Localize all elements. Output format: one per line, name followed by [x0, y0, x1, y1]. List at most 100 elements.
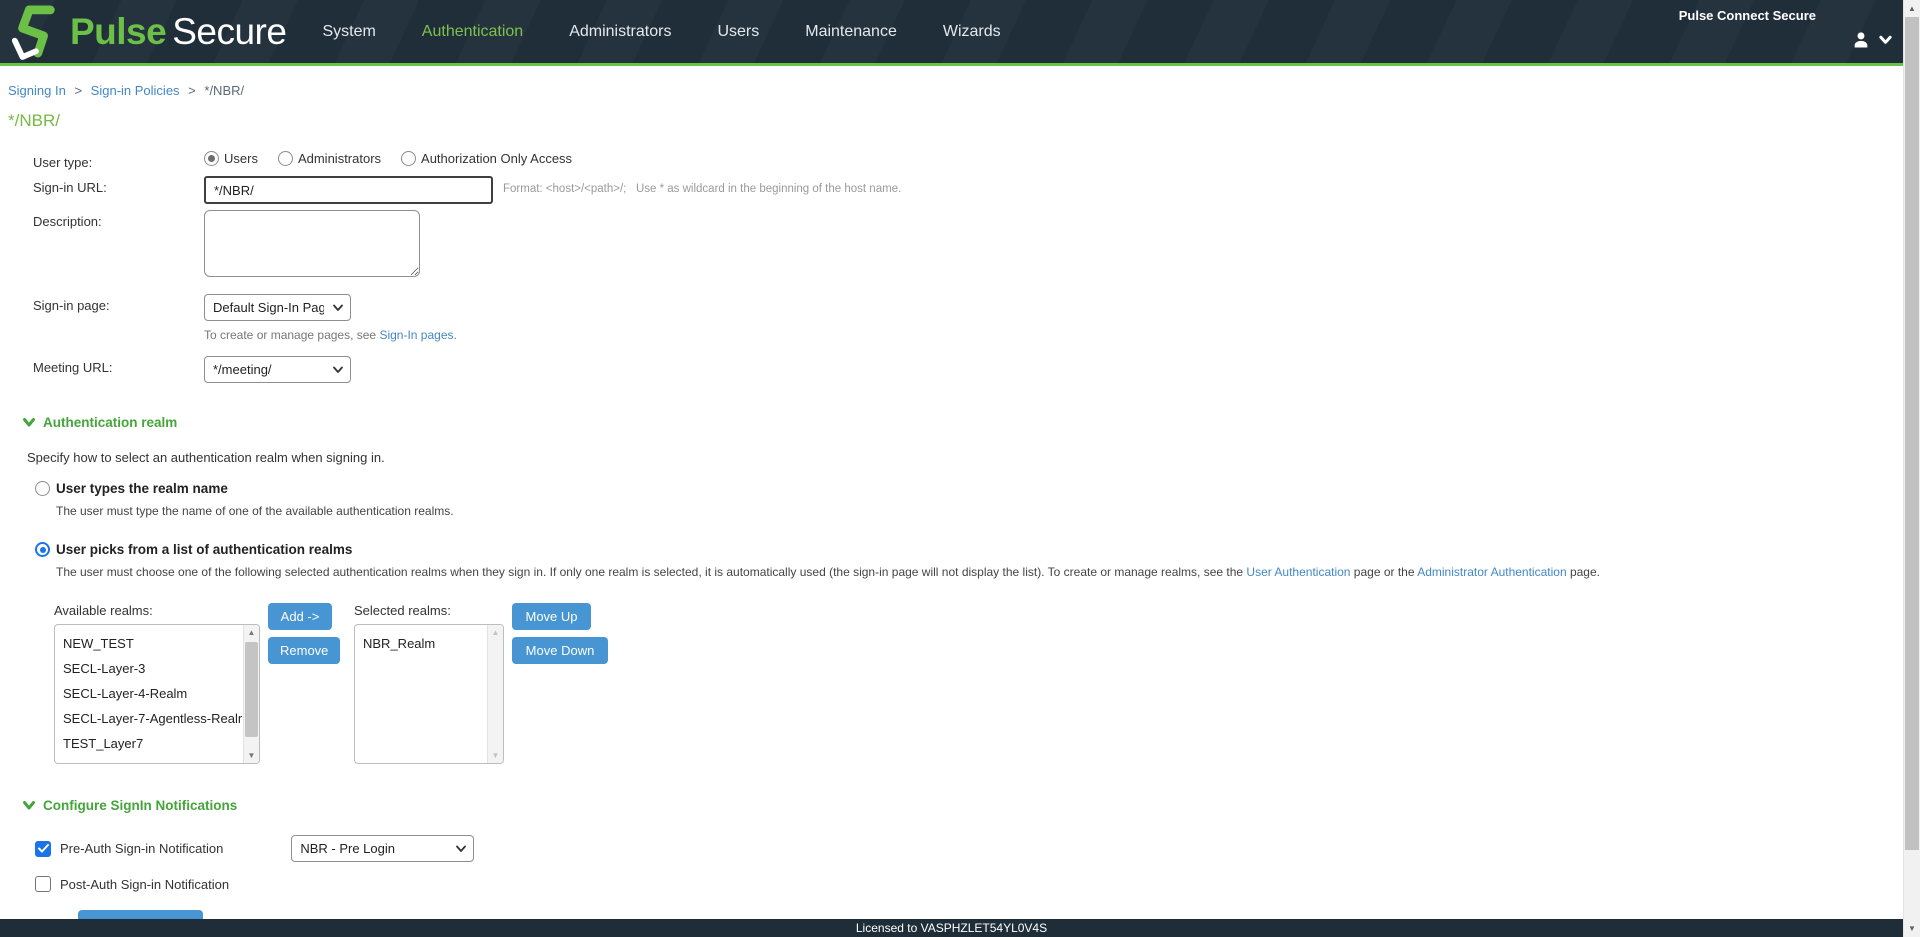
- breadcrumb-signing-in[interactable]: Signing In: [8, 83, 66, 98]
- product-name: Pulse Connect Secure: [1679, 8, 1816, 23]
- scroll-up-icon[interactable]: ▲: [1904, 0, 1920, 17]
- move-up-button[interactable]: Move Up: [512, 603, 591, 630]
- sign-in-page-select[interactable]: Default Sign-In Page: [204, 294, 351, 321]
- user-icon: [1851, 30, 1871, 50]
- scrollbar-thumb[interactable]: [245, 642, 258, 737]
- section-collapse-chevron-icon: [23, 801, 35, 810]
- nav-item-administrators[interactable]: Administrators: [569, 23, 671, 41]
- sign-in-url-hint: Format: <host>/<path>/; Use * as wildcar…: [503, 176, 901, 195]
- add-remove-buttons: Add -> Remove: [268, 603, 340, 664]
- brand-logo: PulseSecure: [0, 4, 286, 60]
- add-realm-button[interactable]: Add ->: [268, 603, 332, 630]
- users-radio-label: Users: [224, 151, 258, 166]
- list-item[interactable]: TEST_Layer7: [55, 731, 242, 756]
- scroll-down-icon[interactable]: ▼: [244, 748, 259, 763]
- sign-in-url-control: [204, 176, 493, 204]
- available-realms-label: Available realms:: [54, 603, 260, 618]
- desc-text: page or the: [1350, 565, 1417, 579]
- nav-item-maintenance[interactable]: Maintenance: [805, 23, 897, 41]
- breadcrumb-current: */NBR/: [204, 83, 244, 98]
- sign-in-url-input[interactable]: [204, 176, 493, 204]
- user-menu[interactable]: [1851, 30, 1892, 50]
- meeting-url-control: */meeting/: [204, 356, 351, 383]
- nav-item-system[interactable]: System: [322, 23, 375, 41]
- sign-in-url-label: Sign-in URL:: [8, 176, 204, 195]
- list-item[interactable]: NEW_TEST: [55, 631, 242, 656]
- signin-notifications-section-header[interactable]: Configure SignIn Notifications: [23, 798, 1920, 813]
- selected-realms-column: Selected realms: NBR_Realm ▲ ▼: [354, 603, 504, 764]
- authentication-realm-title: Authentication realm: [43, 415, 177, 430]
- nav-item-authentication[interactable]: Authentication: [422, 23, 523, 41]
- selected-realms-scrollbar[interactable]: ▲ ▼: [487, 625, 503, 763]
- breadcrumb-sign-in-policies[interactable]: Sign-in Policies: [91, 83, 180, 98]
- user-type-option-users[interactable]: Users: [204, 151, 258, 166]
- breadcrumb-separator: >: [74, 83, 82, 98]
- scrollbar-thumb[interactable]: [1905, 17, 1919, 850]
- page: PulseSecure System Authentication Admini…: [0, 0, 1920, 937]
- list-item[interactable]: NBR_Realm: [355, 631, 486, 656]
- page-scrollbar[interactable]: ▲ ▼: [1903, 0, 1920, 937]
- user-authentication-link[interactable]: User Authentication: [1246, 565, 1350, 579]
- desc-text: The user must choose one of the followin…: [56, 565, 1246, 579]
- list-item[interactable]: SECL-Layer-4-Realm: [55, 681, 242, 706]
- brand-secure-text: Secure: [172, 11, 286, 52]
- sign-in-url-row: Sign-in URL: Format: <host>/<path>/; Use…: [8, 176, 1920, 204]
- authorization-only-radio[interactable]: [401, 151, 416, 166]
- administrators-radio-label: Administrators: [298, 151, 381, 166]
- list-item[interactable]: Users: [55, 756, 242, 763]
- pulse-secure-logo-icon: [10, 4, 60, 60]
- scroll-down-icon[interactable]: ▼: [1904, 920, 1920, 937]
- breadcrumb-separator: >: [188, 83, 196, 98]
- breadcrumb: Signing In > Sign-in Policies > */NBR/: [8, 66, 1920, 98]
- available-realms-listbox[interactable]: NEW_TEST SECL-Layer-3 SECL-Layer-4-Realm…: [54, 624, 260, 764]
- authentication-realm-section-header[interactable]: Authentication realm: [23, 415, 1920, 430]
- sign-in-pages-link[interactable]: Sign-In pages: [379, 328, 453, 342]
- realm-option-head[interactable]: User types the realm name: [35, 481, 1920, 496]
- page-title: */NBR/: [8, 111, 1920, 131]
- sign-in-page-hint: To create or manage pages, see Sign-In p…: [204, 328, 457, 342]
- administrator-authentication-link[interactable]: Administrator Authentication: [1417, 565, 1566, 579]
- scroll-up-icon[interactable]: ▲: [244, 625, 259, 640]
- pre-auth-notification-row: Pre-Auth Sign-in Notification NBR - Pre …: [35, 835, 1920, 862]
- pre-auth-notification-select[interactable]: NBR - Pre Login: [291, 835, 474, 862]
- users-radio[interactable]: [204, 151, 219, 166]
- user-type-options: Users Administrators Authorization Only …: [204, 151, 586, 166]
- sign-in-page-row: Sign-in page: Default Sign-In Page To cr…: [8, 294, 1920, 356]
- administrators-radio[interactable]: [278, 151, 293, 166]
- list-item[interactable]: SECL-Layer-3: [55, 656, 242, 681]
- post-auth-notification-row: Post-Auth Sign-in Notification: [35, 876, 1920, 892]
- realm-option-user-types: User types the realm name The user must …: [35, 481, 1920, 518]
- nav-item-wizards[interactable]: Wizards: [943, 23, 1001, 41]
- realm-intro-text: Specify how to select an authentication …: [27, 450, 1920, 465]
- post-auth-label: Post-Auth Sign-in Notification: [60, 877, 229, 892]
- description-textarea[interactable]: [204, 210, 420, 277]
- pre-auth-checkbox[interactable]: [35, 841, 51, 857]
- hint-text: .: [454, 328, 457, 342]
- move-buttons: Move Up Move Down: [512, 603, 608, 664]
- scroll-up-icon[interactable]: ▲: [488, 625, 503, 640]
- available-realms-column: Available realms: NEW_TEST SECL-Layer-3 …: [54, 603, 260, 764]
- user-picks-realm-description: The user must choose one of the followin…: [56, 565, 1920, 579]
- description-label: Description:: [8, 210, 204, 229]
- remove-realm-button[interactable]: Remove: [268, 637, 340, 664]
- user-type-option-authorization-only[interactable]: Authorization Only Access: [401, 151, 572, 166]
- available-realms-scrollbar[interactable]: ▲ ▼: [243, 625, 259, 763]
- list-item[interactable]: SECL-Layer-7-Agentless-Realm: [55, 706, 242, 731]
- meeting-url-select[interactable]: */meeting/: [204, 356, 351, 383]
- meeting-url-label: Meeting URL:: [8, 356, 204, 375]
- move-down-button[interactable]: Move Down: [512, 637, 608, 664]
- scroll-down-icon[interactable]: ▼: [488, 748, 503, 763]
- main-content: Signing In > Sign-in Policies > */NBR/ *…: [0, 66, 1920, 937]
- user-type-row: User type: Users Administrators Authoriz…: [8, 151, 1920, 170]
- user-picks-realm-radio[interactable]: [35, 542, 50, 557]
- description-control: [204, 210, 420, 280]
- pre-auth-label: Pre-Auth Sign-in Notification: [60, 841, 223, 856]
- post-auth-checkbox[interactable]: [35, 876, 51, 892]
- nav-item-users[interactable]: Users: [717, 23, 759, 41]
- check-icon: [38, 844, 49, 853]
- selected-realms-listbox[interactable]: NBR_Realm ▲ ▼: [354, 624, 504, 764]
- user-types-realm-radio[interactable]: [35, 481, 50, 496]
- realm-option-head[interactable]: User picks from a list of authentication…: [35, 542, 1920, 557]
- user-type-option-administrators[interactable]: Administrators: [278, 151, 381, 166]
- user-types-realm-title: User types the realm name: [56, 481, 228, 496]
